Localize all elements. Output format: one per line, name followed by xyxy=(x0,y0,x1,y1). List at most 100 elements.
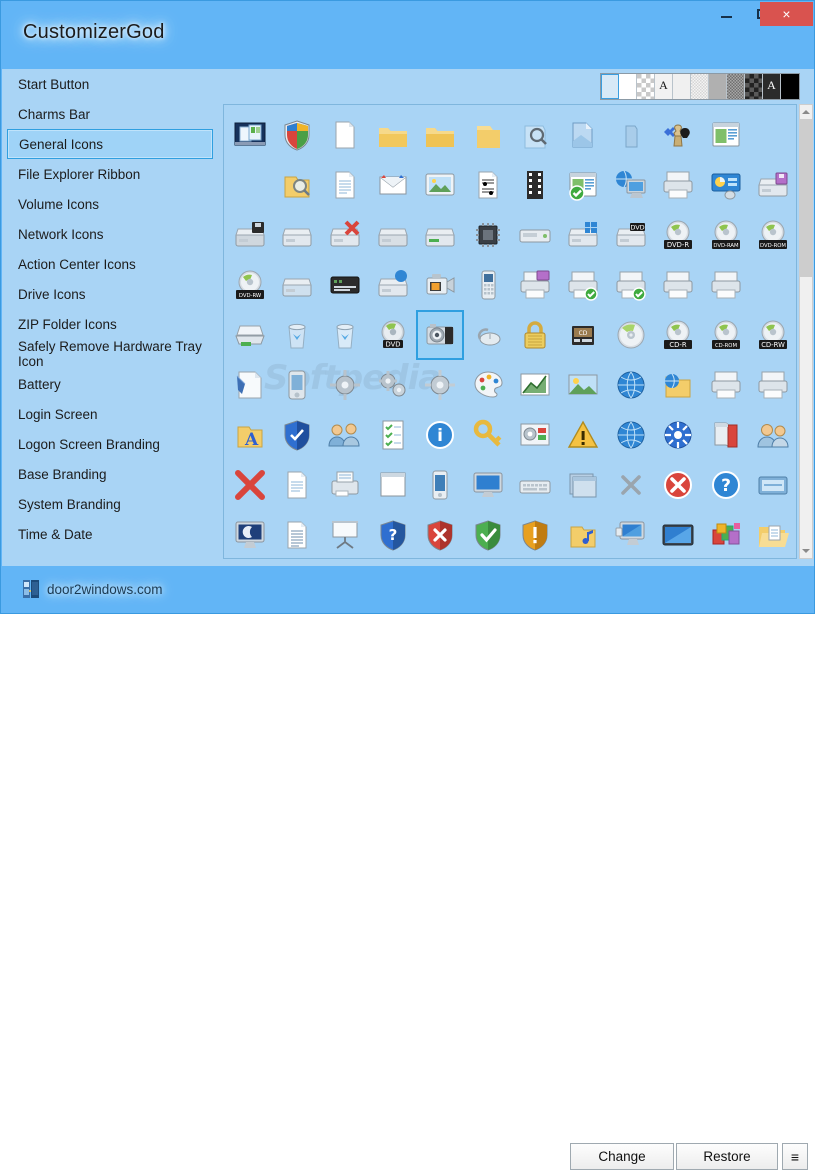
icon-cell[interactable] xyxy=(512,410,560,460)
icon-cell[interactable] xyxy=(274,510,322,558)
icon-cell[interactable] xyxy=(416,460,464,510)
sidebar-item-zip-folder-icons[interactable]: ZIP Folder Icons xyxy=(2,309,218,339)
icon-cell[interactable] xyxy=(369,160,417,210)
icon-cell[interactable] xyxy=(607,310,655,360)
palette-swatch-near-white[interactable] xyxy=(673,74,691,99)
icon-cell[interactable] xyxy=(607,510,655,558)
menu-button[interactable]: ≡ xyxy=(782,1143,808,1170)
icon-cell[interactable] xyxy=(559,160,607,210)
icon-cell[interactable] xyxy=(750,410,796,460)
icon-cell[interactable] xyxy=(702,160,750,210)
icon-cell[interactable] xyxy=(512,210,560,260)
icon-cell[interactable] xyxy=(321,210,369,260)
icon-cell[interactable] xyxy=(559,260,607,310)
icon-cell[interactable] xyxy=(512,310,560,360)
icon-cell[interactable] xyxy=(512,160,560,210)
sidebar-item-login-screen[interactable]: Login Screen xyxy=(2,399,218,429)
sidebar-item-battery[interactable]: Battery xyxy=(2,369,218,399)
sidebar-item-safely-remove-hardware-tray-icon[interactable]: Safely Remove Hardware Tray Icon xyxy=(2,339,218,369)
icon-cell[interactable] xyxy=(654,160,702,210)
sidebar-item-file-explorer-ribbon[interactable]: File Explorer Ribbon xyxy=(2,159,218,189)
icon-cell[interactable] xyxy=(512,460,560,510)
sidebar-item-network-icons[interactable]: Network Icons xyxy=(2,219,218,249)
icon-cell[interactable] xyxy=(321,410,369,460)
sidebar-item-start-button[interactable]: Start Button xyxy=(2,69,218,99)
sidebar-item-time-date[interactable]: Time & Date xyxy=(2,519,218,549)
icon-cell[interactable] xyxy=(464,260,512,310)
icon-cell[interactable] xyxy=(750,260,796,310)
icon-cell[interactable]: DVD-RW xyxy=(226,260,274,310)
palette-swatch-checker-light[interactable] xyxy=(637,74,655,99)
icon-cell[interactable] xyxy=(607,260,655,310)
icon-cell[interactable] xyxy=(559,210,607,260)
palette-swatch-checker-dark[interactable] xyxy=(745,74,763,99)
icon-cell[interactable] xyxy=(654,460,702,510)
icon-cell[interactable] xyxy=(607,360,655,410)
icon-cell[interactable] xyxy=(369,110,417,160)
icon-cell[interactable]: ? xyxy=(369,510,417,558)
icon-cell[interactable] xyxy=(416,510,464,558)
icon-cell[interactable] xyxy=(702,260,750,310)
scroll-down-button[interactable] xyxy=(800,544,812,558)
icon-cell[interactable]: A xyxy=(226,410,274,460)
icon-cell[interactable] xyxy=(416,210,464,260)
icon-cell[interactable] xyxy=(702,410,750,460)
restore-button[interactable]: Restore xyxy=(676,1143,778,1170)
icon-cell[interactable] xyxy=(464,410,512,460)
icon-cell[interactable] xyxy=(369,260,417,310)
icon-cell[interactable] xyxy=(416,360,464,410)
icon-cell[interactable] xyxy=(464,460,512,510)
icon-cell[interactable] xyxy=(369,460,417,510)
palette-swatch-letter-a-light[interactable]: A xyxy=(655,74,673,99)
icon-cell[interactable] xyxy=(321,160,369,210)
icon-cell[interactable] xyxy=(702,360,750,410)
icon-cell[interactable]: i xyxy=(416,410,464,460)
minimize-button[interactable] xyxy=(708,2,744,26)
icon-cell[interactable] xyxy=(512,260,560,310)
icon-cell[interactable] xyxy=(321,110,369,160)
scrollbar-thumb[interactable] xyxy=(800,119,812,277)
icon-cell[interactable] xyxy=(464,210,512,260)
icon-cell[interactable]: CD-R xyxy=(654,310,702,360)
icon-cell[interactable] xyxy=(559,360,607,410)
icon-cell[interactable] xyxy=(464,510,512,558)
palette-swatch-letter-a-dark[interactable]: A xyxy=(763,74,781,99)
palette-swatch-white[interactable] xyxy=(619,74,637,99)
icon-cell[interactable] xyxy=(321,310,369,360)
icon-cell[interactable] xyxy=(274,110,322,160)
icon-cell[interactable] xyxy=(464,160,512,210)
icon-cell[interactable] xyxy=(654,110,702,160)
icon-cell[interactable] xyxy=(274,410,322,460)
sidebar-item-charms-bar[interactable]: Charms Bar xyxy=(2,99,218,129)
change-button[interactable]: Change xyxy=(570,1143,674,1170)
sidebar-item-system-branding[interactable]: System Branding xyxy=(2,489,218,519)
background-palette[interactable]: AA xyxy=(600,73,800,100)
icon-cell[interactable] xyxy=(702,510,750,558)
icon-cell[interactable] xyxy=(369,360,417,410)
sidebar-item-volume-icons[interactable]: Volume Icons xyxy=(2,189,218,219)
icon-cell[interactable] xyxy=(559,110,607,160)
icon-cell[interactable] xyxy=(559,410,607,460)
icon-cell[interactable] xyxy=(274,160,322,210)
icon-cell[interactable] xyxy=(416,310,464,360)
icon-cell[interactable]: DVD xyxy=(369,310,417,360)
icon-cell[interactable] xyxy=(607,160,655,210)
icon-cell[interactable]: DVD-RAM xyxy=(702,210,750,260)
icon-cell[interactable] xyxy=(274,310,322,360)
icon-cell[interactable] xyxy=(607,410,655,460)
icon-cell[interactable]: CD-ROM xyxy=(702,310,750,360)
icon-cell[interactable]: DVD xyxy=(607,210,655,260)
vertical-scrollbar[interactable] xyxy=(799,104,813,559)
icon-cell[interactable] xyxy=(750,510,796,558)
icon-cell[interactable] xyxy=(654,510,702,558)
icon-cell[interactable] xyxy=(559,510,607,558)
icon-cell[interactable]: DVD-R xyxy=(654,210,702,260)
icon-cell[interactable] xyxy=(416,160,464,210)
icon-cell[interactable]: CD xyxy=(559,310,607,360)
icon-cell[interactable] xyxy=(226,110,274,160)
sidebar-item-drive-icons[interactable]: Drive Icons xyxy=(2,279,218,309)
icon-cell[interactable] xyxy=(512,110,560,160)
icon-cell[interactable] xyxy=(274,460,322,510)
icon-cell[interactable] xyxy=(654,260,702,310)
icon-cell[interactable]: CD-RW xyxy=(750,310,796,360)
